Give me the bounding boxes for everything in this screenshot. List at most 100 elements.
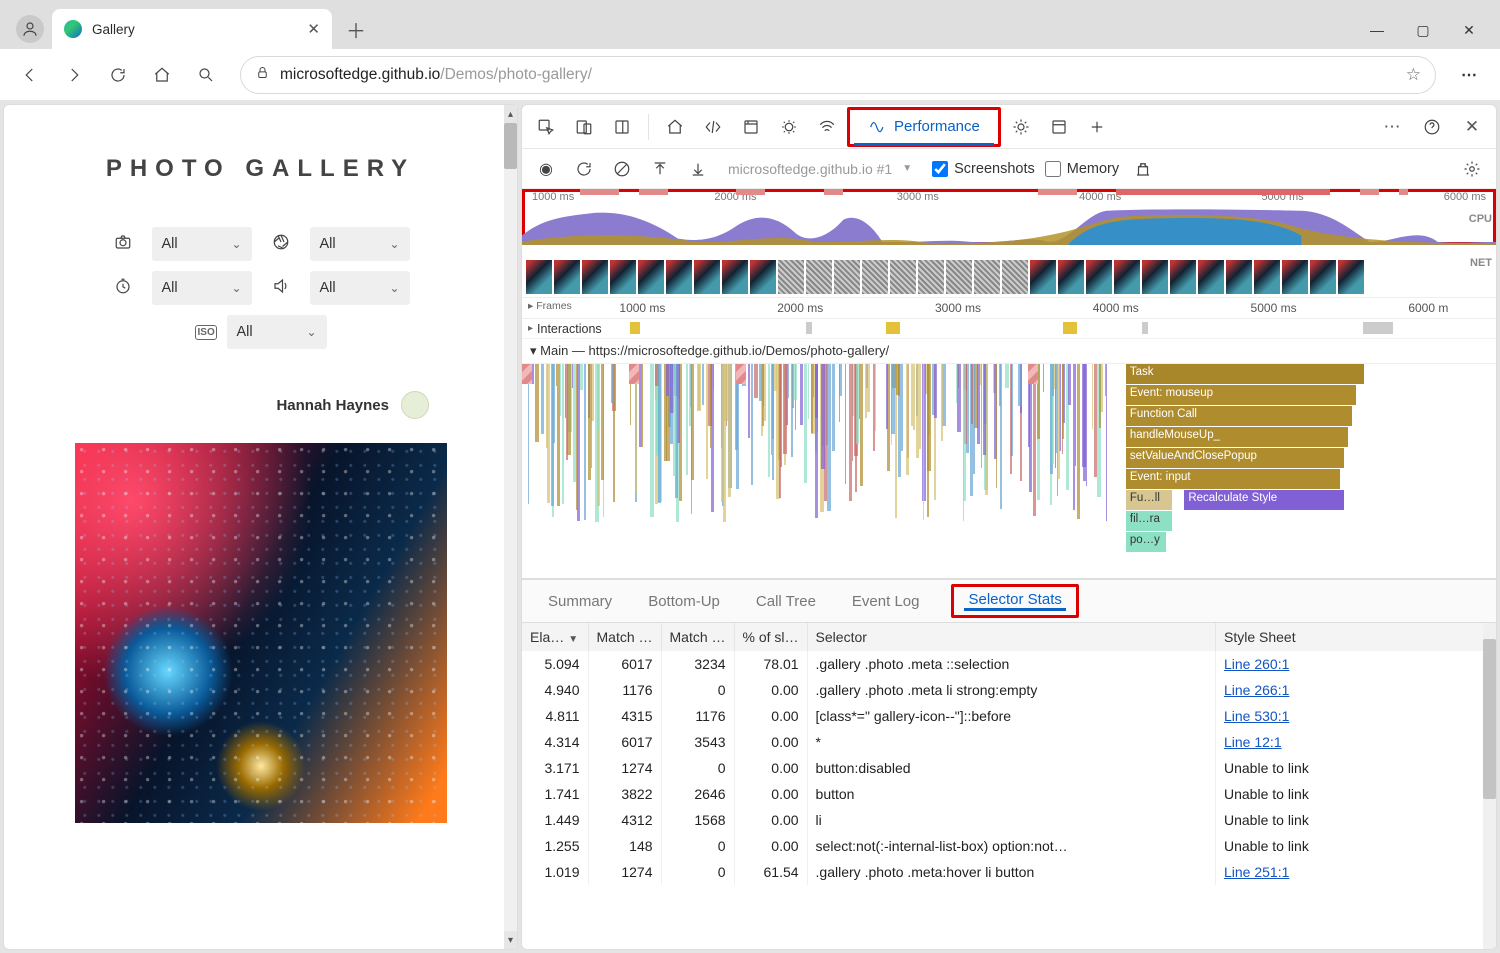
welcome-tab-icon[interactable]: [657, 109, 693, 145]
screenshots-checkbox[interactable]: Screenshots: [932, 161, 1035, 177]
more-tabs-button[interactable]: [1079, 109, 1115, 145]
filmstrip-frame[interactable]: [890, 260, 916, 294]
author-avatar[interactable]: [401, 391, 429, 419]
back-button[interactable]: [10, 55, 50, 95]
filmstrip-frame[interactable]: [1002, 260, 1028, 294]
browser-tab[interactable]: Gallery ✕: [52, 9, 332, 49]
filmstrip-frame[interactable]: [1142, 260, 1168, 294]
gallery-photo[interactable]: [75, 443, 447, 823]
filmstrip-frame[interactable]: [834, 260, 860, 294]
filmstrip-frame[interactable]: [666, 260, 692, 294]
table-row[interactable]: 4.314601735430.00*Line 12:1: [522, 729, 1496, 755]
close-tab-icon[interactable]: ✕: [307, 20, 320, 38]
close-window-button[interactable]: ✕: [1446, 13, 1492, 47]
stylesheet-link[interactable]: Line 260:1: [1224, 656, 1289, 672]
tab-call-tree[interactable]: Call Tree: [752, 593, 820, 610]
filmstrip-frame[interactable]: [526, 260, 552, 294]
main-track-header[interactable]: ▾ Main — https://microsoftedge.github.io…: [522, 339, 1496, 364]
filmstrip-frame[interactable]: [694, 260, 720, 294]
filmstrip-frame[interactable]: [918, 260, 944, 294]
iso-filter[interactable]: All⌄: [227, 315, 327, 349]
filmstrip-frame[interactable]: [1338, 260, 1364, 294]
table-row[interactable]: 4.811431511760.00[class*=" gallery-icon-…: [522, 703, 1496, 729]
col-header[interactable]: Match …: [661, 623, 734, 651]
filmstrip-frame[interactable]: [554, 260, 580, 294]
elements-tab-icon[interactable]: [695, 109, 731, 145]
table-row[interactable]: 1.0191274061.54.gallery .photo .meta:hov…: [522, 859, 1496, 885]
filmstrip-frame[interactable]: [862, 260, 888, 294]
aperture-filter[interactable]: All⌄: [310, 227, 410, 261]
forward-button[interactable]: [54, 55, 94, 95]
dock-icon[interactable]: [604, 109, 640, 145]
cpu-overview[interactable]: 1000 ms2000 ms3000 ms4000 ms5000 ms6000 …: [522, 189, 1496, 245]
time-filter[interactable]: All⌄: [152, 271, 252, 305]
table-row[interactable]: 5.0946017323478.01.gallery .photo .meta …: [522, 651, 1496, 677]
tab-bottom-up[interactable]: Bottom-Up: [644, 593, 724, 610]
upload-button[interactable]: [646, 155, 674, 183]
browser-menu-button[interactable]: ⋯: [1450, 55, 1490, 95]
filmstrip-frame[interactable]: [722, 260, 748, 294]
clear-button[interactable]: [608, 155, 636, 183]
filmstrip[interactable]: [522, 257, 1496, 297]
table-scrollbar[interactable]: [1483, 623, 1496, 949]
selector-stats-table[interactable]: Ela…▼Match …Match …% of sl…SelectorStyle…: [522, 623, 1496, 949]
tab-selector-stats[interactable]: Selector Stats: [964, 591, 1065, 611]
inspect-icon[interactable]: [528, 109, 564, 145]
col-header[interactable]: Ela…▼: [522, 623, 588, 651]
minimize-button[interactable]: —: [1354, 13, 1400, 47]
profile-button[interactable]: [16, 15, 44, 43]
memory-tab-icon[interactable]: [1003, 109, 1039, 145]
reload-button[interactable]: [98, 55, 138, 95]
filmstrip-frame[interactable]: [946, 260, 972, 294]
tab-performance[interactable]: Performance: [854, 110, 994, 146]
col-header[interactable]: % of sl…: [734, 623, 807, 651]
filmstrip-frame[interactable]: [1114, 260, 1140, 294]
col-header[interactable]: Selector: [807, 623, 1215, 651]
filmstrip-frame[interactable]: [1058, 260, 1084, 294]
filmstrip-frame[interactable]: [638, 260, 664, 294]
record-button[interactable]: ◉: [532, 155, 560, 183]
overview-pane[interactable]: 1000 ms2000 ms3000 ms4000 ms5000 ms6000 …: [522, 189, 1496, 579]
download-button[interactable]: [684, 155, 712, 183]
table-row[interactable]: 1.741382226460.00buttonUnable to link: [522, 781, 1496, 807]
filmstrip-frame[interactable]: [806, 260, 832, 294]
frames-track-label[interactable]: ▸ Frames: [528, 300, 572, 312]
address-bar[interactable]: microsoftedge.github.io/Demos/photo-gall…: [240, 56, 1436, 94]
camera-filter[interactable]: All⌄: [152, 227, 252, 261]
home-button[interactable]: [142, 55, 182, 95]
filmstrip-frame[interactable]: [1198, 260, 1224, 294]
reload-record-button[interactable]: [570, 155, 598, 183]
application-tab-icon[interactable]: [1041, 109, 1077, 145]
devtools-close-icon[interactable]: ✕: [1454, 109, 1490, 145]
filmstrip-frame[interactable]: [974, 260, 1000, 294]
col-header[interactable]: Match …: [588, 623, 661, 651]
new-tab-button[interactable]: ＋: [338, 11, 374, 47]
filmstrip-frame[interactable]: [1030, 260, 1056, 294]
help-icon[interactable]: [1414, 109, 1450, 145]
speaker-filter[interactable]: All⌄: [310, 271, 410, 305]
scroll-up-icon[interactable]: ▴: [504, 105, 517, 123]
filmstrip-frame[interactable]: [1086, 260, 1112, 294]
table-row[interactable]: 3.171127400.00button:disabledUnable to l…: [522, 755, 1496, 781]
filmstrip-frame[interactable]: [610, 260, 636, 294]
filmstrip-frame[interactable]: [1170, 260, 1196, 294]
recording-selector[interactable]: microsoftedge.github.io #1: [728, 161, 892, 177]
devtools-more-icon[interactable]: ⋯: [1374, 109, 1410, 145]
console-tab-icon[interactable]: [771, 109, 807, 145]
gc-button[interactable]: [1129, 155, 1157, 183]
device-toggle-icon[interactable]: [566, 109, 602, 145]
table-row[interactable]: 4.940117600.00.gallery .photo .meta li s…: [522, 677, 1496, 703]
table-row[interactable]: 1.449431215680.00liUnable to link: [522, 807, 1496, 833]
flame-chart[interactable]: Task Event: mouseup Function Call handle…: [522, 364, 1496, 578]
filmstrip-frame[interactable]: [1226, 260, 1252, 294]
perf-settings-icon[interactable]: [1458, 155, 1486, 183]
stylesheet-link[interactable]: Line 266:1: [1224, 682, 1289, 698]
filmstrip-frame[interactable]: [1310, 260, 1336, 294]
interactions-track[interactable]: ▸Interactions: [522, 319, 1496, 339]
filmstrip-frame[interactable]: [1254, 260, 1280, 294]
filmstrip-frame[interactable]: [778, 260, 804, 294]
memory-checkbox[interactable]: Memory: [1045, 161, 1119, 177]
filmstrip-frame[interactable]: [1282, 260, 1308, 294]
stylesheet-link[interactable]: Line 12:1: [1224, 734, 1282, 750]
filmstrip-frame[interactable]: [750, 260, 776, 294]
